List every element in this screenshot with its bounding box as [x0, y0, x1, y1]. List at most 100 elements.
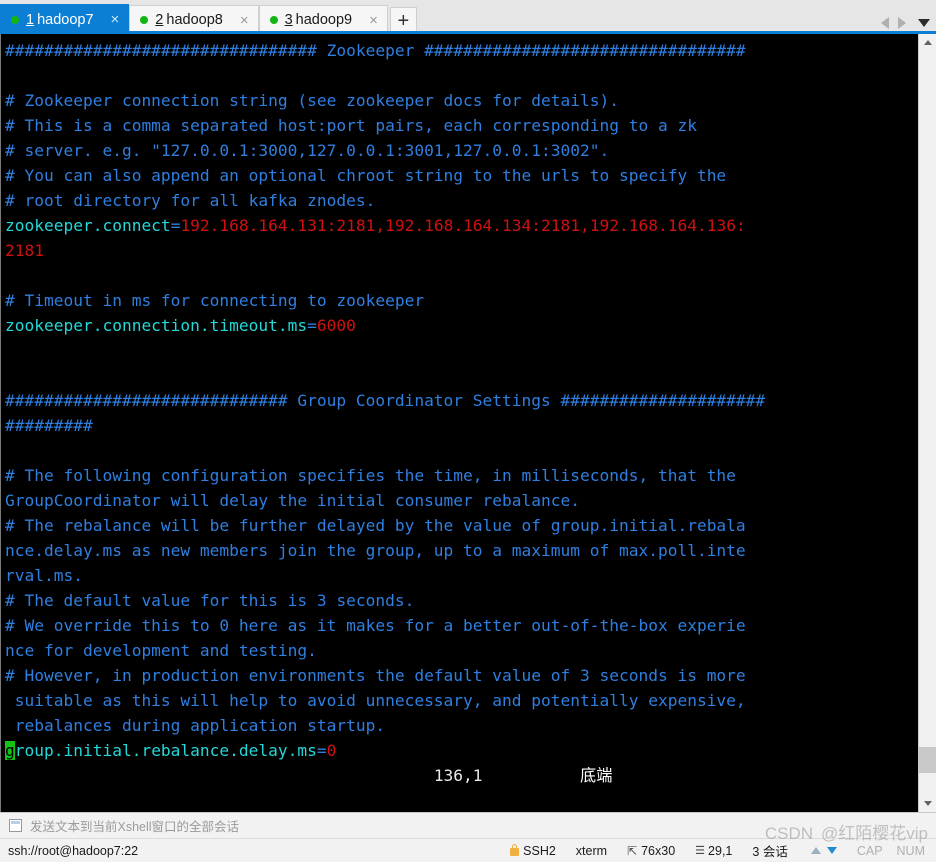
status-pad — [483, 766, 580, 785]
close-icon[interactable]: × — [366, 13, 381, 28]
tab-number: 2 — [155, 12, 164, 28]
terminal-line: nce.delay.ms as new members join the gro… — [5, 538, 918, 563]
status-num-lock: NUM — [896, 843, 925, 858]
terminal-line: # The rebalance will be further delayed … — [5, 513, 918, 538]
tab-strip: 1 hadoop7 × 2 hadoop8 × 3 hadoop9 × + — [0, 0, 417, 34]
terminal-span-eq: = — [316, 741, 327, 760]
terminal-span-key: roup.initial.rebalance.delay.ms — [14, 741, 317, 760]
triangle-down-icon — [923, 801, 932, 806]
terminal-line: # The default value for this is 3 second… — [5, 588, 918, 613]
terminal-span-cmt: # This is a comma separated host:port pa… — [5, 116, 697, 135]
send-to-all-sessions-checkbox[interactable] — [9, 819, 22, 832]
terminal-span-cmt: GroupCoordinator will delay the initial … — [5, 491, 580, 510]
terminal-span-cur: g — [5, 741, 15, 760]
terminal-line: rebalances during application startup. — [5, 713, 918, 738]
terminal-output[interactable]: ################################ Zookeep… — [1, 34, 918, 812]
status-size: ⇱ 76x30 — [617, 844, 685, 858]
terminal-span-cmt: # Timeout in ms for connecting to zookee… — [5, 291, 425, 310]
terminal-line: nce for development and testing. — [5, 638, 918, 663]
terminal-span-cmt: # The rebalance will be further delayed … — [5, 516, 746, 535]
terminal-line: # We override this to 0 here as it makes… — [5, 613, 918, 638]
close-icon[interactable]: × — [108, 12, 123, 27]
tab-navigation — [881, 17, 930, 29]
terminal-span-eq: = — [307, 316, 317, 335]
terminal-line: # Zookeeper connection string (see zooke… — [5, 88, 918, 113]
terminal-line: # However, in production environments th… — [5, 663, 918, 688]
connection-path: ssh://root@hadoop7:22 — [8, 843, 139, 858]
status-cursor-position: ☰ 29,1 — [685, 844, 742, 858]
terminal-line: group.initial.rebalance.delay.ms=0 — [5, 738, 918, 763]
terminal-span-cmt: nce for development and testing. — [5, 641, 317, 660]
terminal-span-cmt: rval.ms. — [5, 566, 83, 585]
status-pad — [5, 766, 434, 785]
arrow-down-icon — [826, 847, 837, 854]
terminal-line: rval.ms. — [5, 563, 918, 588]
scrollbar-thumb[interactable] — [919, 747, 936, 773]
terminal-line: # root directory for all kafka znodes. — [5, 188, 918, 213]
terminal-span-cmt: # The default value for this is 3 second… — [5, 591, 415, 610]
terminal-span-val: 6000 — [316, 316, 356, 335]
tab-hadoop9[interactable]: 3 hadoop9 × — [258, 5, 388, 34]
vertical-scrollbar[interactable] — [918, 34, 936, 812]
terminal-span-cmt: # server. e.g. "127.0.0.1:3000,127.0.0.1… — [5, 141, 610, 160]
status-bar-right: SSH2 xterm ⇱ 76x30 ☰ 29,1 3 会话 CAP NUM — [500, 839, 932, 862]
terminal-span-eq: = — [170, 216, 181, 235]
chevron-down-icon[interactable] — [918, 19, 930, 27]
terminal-span-cmt: ######### — [5, 416, 93, 435]
send-to-all-sessions-label: 发送文本到当前Xshell窗口的全部会话 — [30, 820, 240, 834]
terminal-span-key: zookeeper.connection.timeout.ms — [5, 316, 308, 335]
terminal-span-cmt: nce.delay.ms as new members join the gro… — [5, 541, 746, 560]
scroll-up-button[interactable] — [919, 34, 936, 51]
terminal-line: # You can also append an optional chroot… — [5, 163, 918, 188]
status-terminal-type: xterm — [575, 843, 608, 858]
terminal-span-cmt: ############################# Group Coor… — [5, 391, 766, 410]
terminal-line: ######### — [5, 413, 918, 438]
terminal-span-val: 2181 — [5, 241, 44, 260]
triangle-left-icon[interactable] — [881, 17, 889, 29]
tab-hadoop8[interactable]: 2 hadoop8 × — [129, 5, 259, 34]
terminal-line: ################################ Zookeep… — [5, 38, 918, 63]
arrow-up-icon — [810, 847, 821, 854]
scrollbar-track[interactable] — [919, 51, 936, 795]
terminal-span-cmt: # You can also append an optional chroot… — [5, 166, 727, 185]
terminal-line: # This is a comma separated host:port pa… — [5, 113, 918, 138]
tab-label: hadoop7 — [37, 11, 94, 28]
vim-scroll-marker: 底端 — [580, 766, 613, 785]
terminal-line: # Timeout in ms for connecting to zookee… — [5, 288, 918, 313]
terminal-line: GroupCoordinator will delay the initial … — [5, 488, 918, 513]
tab-hadoop7[interactable]: 1 hadoop7 × — [0, 4, 130, 34]
terminal-span-cmt: rebalances during application startup. — [5, 716, 386, 735]
tab-label: hadoop8 — [166, 12, 223, 28]
cursor-position-label: 29,1 — [708, 843, 733, 858]
terminal-span-val: 0 — [326, 741, 337, 760]
terminal-area: ################################ Zookeep… — [0, 34, 936, 812]
tab-label: hadoop9 — [295, 12, 353, 28]
status-protocol: SSH2 — [500, 843, 566, 858]
close-icon[interactable]: × — [237, 13, 252, 28]
terminal-line: # The following configuration specifies … — [5, 463, 918, 488]
terminal-line: suitable as this will help to avoid unne… — [5, 688, 918, 713]
protocol-label: SSH2 — [523, 843, 556, 858]
vim-cursor-position: 136,1 — [433, 766, 483, 785]
tab-number: 1 — [26, 11, 35, 28]
terminal-line: zookeeper.connect=192.168.164.131:2181,1… — [5, 213, 918, 238]
terminal-span-cmt: # Zookeeper connection string (see zooke… — [5, 91, 619, 110]
terminal-line: # server. e.g. "127.0.0.1:3000,127.0.0.1… — [5, 138, 918, 163]
terminal-line: zookeeper.connection.timeout.ms=6000 — [5, 313, 918, 338]
terminal-span-cmt: suitable as this will help to avoid unne… — [5, 691, 746, 710]
terminal-span-cmt: # The following configuration specifies … — [5, 466, 736, 485]
resize-icon: ⇱ — [627, 843, 638, 858]
status-transfer-indicators — [798, 847, 850, 854]
triangle-up-icon — [923, 40, 932, 45]
size-label: 76x30 — [641, 843, 676, 858]
tab-number: 3 — [284, 12, 293, 28]
scroll-down-button[interactable] — [919, 795, 936, 812]
triangle-right-icon[interactable] — [898, 17, 906, 29]
terminal-span-cmt: # However, in production environments th… — [5, 666, 746, 685]
new-tab-button[interactable]: + — [389, 7, 417, 34]
status-sessions: 3 会话 — [752, 845, 788, 859]
terminal-line: 2181 — [5, 238, 918, 263]
cursor-position-icon: ☰ — [695, 845, 705, 857]
